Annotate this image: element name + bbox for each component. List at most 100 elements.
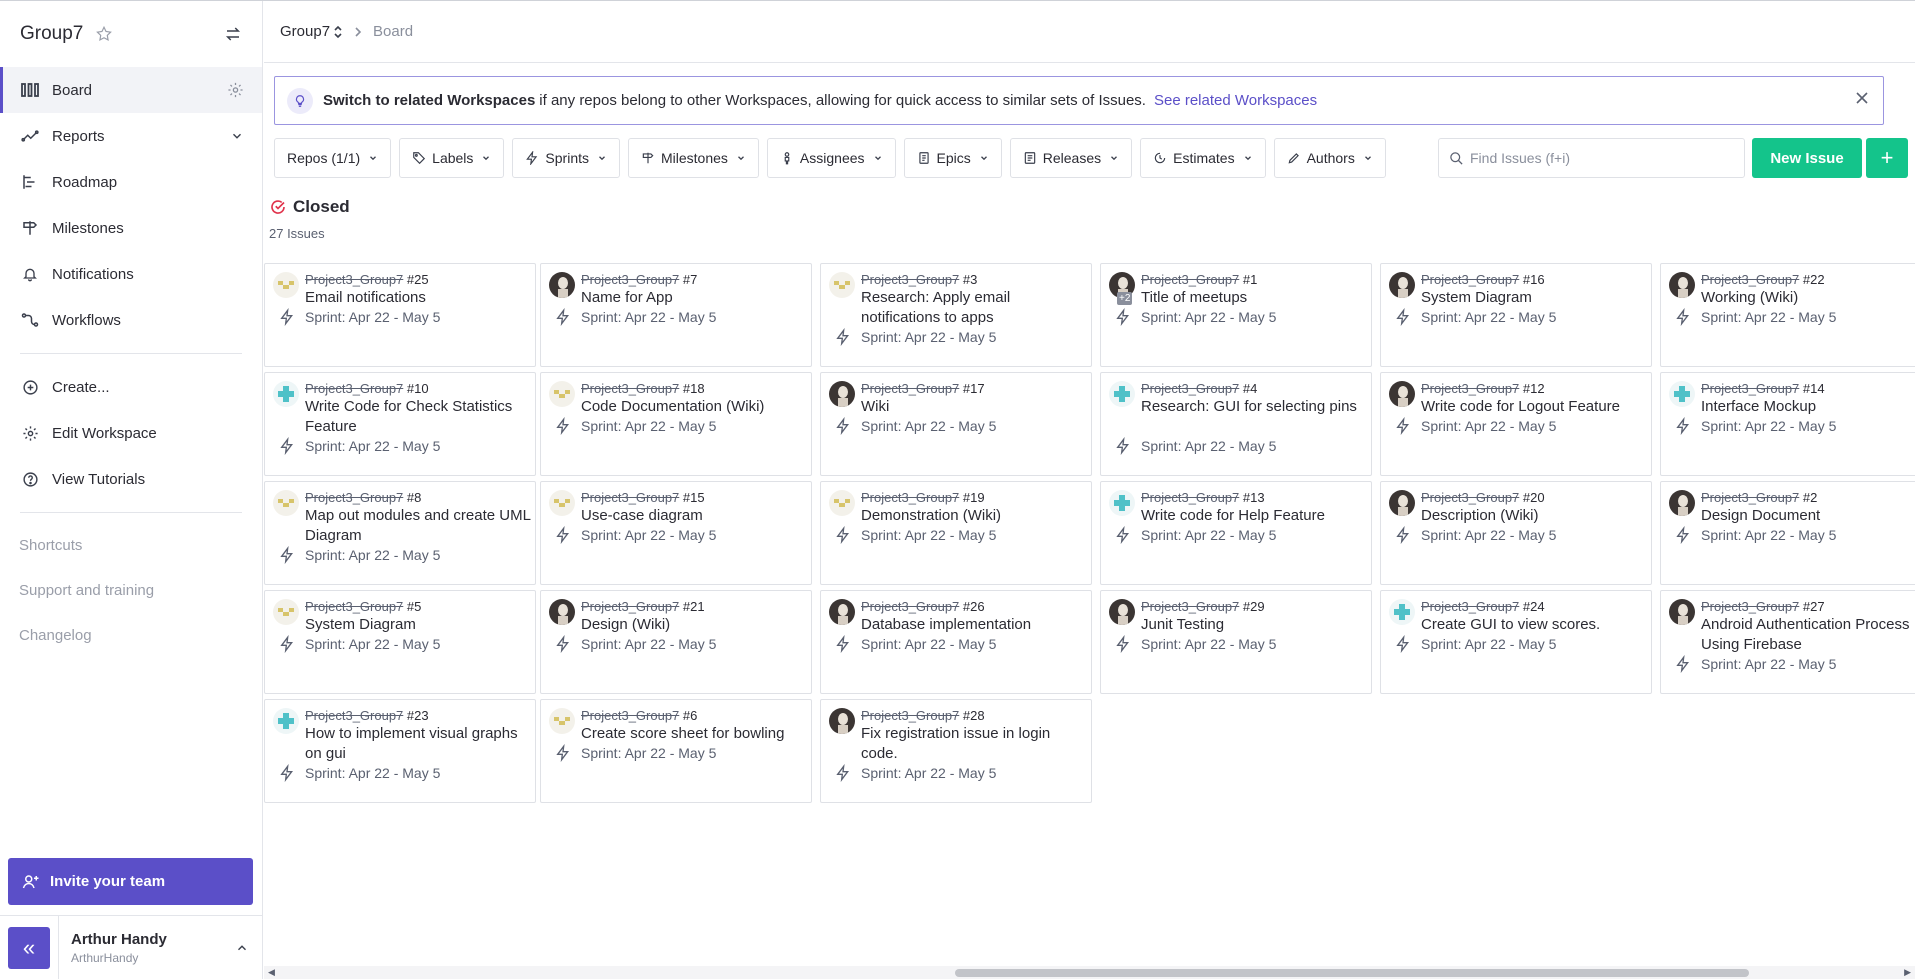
assignee-avatar[interactable]	[1109, 381, 1135, 407]
issue-sprint[interactable]: Sprint: Apr 22 - May 5	[1421, 418, 1556, 434]
sidebar-item-board[interactable]: Board	[0, 67, 262, 113]
assignee-avatar[interactable]	[549, 599, 575, 625]
issue-sprint[interactable]: Sprint: Apr 22 - May 5	[1141, 636, 1276, 652]
issue-title[interactable]: Android Authentication Process Using Fir…	[1701, 615, 1915, 655]
issue-card[interactable]: Project3_Group7 #19 Demonstration (Wiki) S…	[820, 481, 1092, 585]
issue-sprint[interactable]: Sprint: Apr 22 - May 5	[581, 636, 716, 652]
collapse-sidebar-button[interactable]: «	[8, 927, 50, 969]
issue-title[interactable]: Research: Apply email notifications to a…	[861, 288, 1089, 328]
issue-card[interactable]: Project3_Group7 #21 Design (Wiki) Sprint: …	[540, 590, 812, 694]
assignee-avatar[interactable]	[1389, 272, 1415, 298]
assignee-avatar[interactable]	[549, 272, 575, 298]
breadcrumb-workspace[interactable]: Group7	[280, 23, 343, 40]
search-input[interactable]	[1470, 150, 1730, 166]
assignee-avatar[interactable]	[829, 708, 855, 734]
see-related-workspaces-link[interactable]: See related Workspaces	[1154, 92, 1317, 109]
assignee-avatar[interactable]	[1389, 490, 1415, 516]
star-icon[interactable]	[95, 25, 113, 43]
issue-sprint[interactable]: Sprint: Apr 22 - May 5	[305, 309, 440, 325]
issue-card[interactable]: Project3_Group7 #4 Research: GUI for sele…	[1100, 372, 1372, 476]
invite-team-button[interactable]: Invite your team	[8, 858, 253, 905]
filter-assignees[interactable]: Assignees	[766, 138, 896, 178]
issue-card[interactable]: Project3_Group7 #13 Write code for Help F…	[1100, 481, 1372, 585]
issue-sprint[interactable]: Sprint: Apr 22 - May 5	[861, 418, 996, 434]
issue-title[interactable]: Research: GUI for selecting pins	[1141, 397, 1369, 417]
user-info[interactable]: Arthur Handy ArthurHandy	[71, 931, 167, 965]
issue-sprint[interactable]: Sprint: Apr 22 - May 5	[305, 765, 440, 781]
issue-title[interactable]: Map out modules and create UML Diagram	[305, 506, 533, 546]
issue-sprint[interactable]: Sprint: Apr 22 - May 5	[1701, 656, 1836, 672]
filter-releases[interactable]: Releases	[1009, 138, 1133, 178]
chevron-up-icon[interactable]	[235, 941, 249, 955]
issue-card[interactable]: Project3_Group7 #29 Junit Testing Sprint: …	[1100, 590, 1372, 694]
issue-card[interactable]: Project3_Group7 #10 Write Code for Check …	[264, 372, 536, 476]
issue-card[interactable]: Project3_Group7 #22 Working (Wiki) Sprint:…	[1660, 263, 1915, 367]
issue-card[interactable]: +2 Project3_Group7 #1 Title of meetups Spri…	[1100, 263, 1372, 367]
assignee-avatar[interactable]	[273, 708, 299, 734]
sidebar-item-notifications[interactable]: Notifications	[0, 251, 262, 297]
shortcuts-link[interactable]: Shortcuts	[0, 523, 262, 568]
filter-repos[interactable]: Repos (1/1)	[274, 138, 392, 178]
switch-workspace-icon[interactable]	[224, 25, 242, 43]
horizontal-scrollbar[interactable]: ◀ ▶	[264, 966, 1915, 979]
assignee-avatar[interactable]	[1669, 381, 1695, 407]
issue-title[interactable]: Fix registration issue in login code.	[861, 724, 1089, 764]
scrollbar-thumb[interactable]	[955, 969, 1749, 977]
filter-labels[interactable]: Labels	[399, 138, 505, 178]
issue-sprint[interactable]: Sprint: Apr 22 - May 5	[1421, 527, 1556, 543]
assignee-avatar[interactable]	[273, 272, 299, 298]
sidebar-item-workflows[interactable]: Workflows	[0, 297, 262, 343]
issue-sprint[interactable]: Sprint: Apr 22 - May 5	[581, 745, 716, 761]
assignee-avatar[interactable]	[1669, 599, 1695, 625]
issue-sprint[interactable]: Sprint: Apr 22 - May 5	[1701, 418, 1836, 434]
issue-sprint[interactable]: Sprint: Apr 22 - May 5	[1141, 527, 1276, 543]
assignee-avatar[interactable]	[549, 490, 575, 516]
issue-card[interactable]: Project3_Group7 #14 Interface Mockup Sprin…	[1660, 372, 1915, 476]
support-link[interactable]: Support and training	[0, 568, 262, 613]
issue-title[interactable]: Create GUI to view scores.	[1421, 615, 1649, 635]
issue-sprint[interactable]: Sprint: Apr 22 - May 5	[581, 527, 716, 543]
issue-title[interactable]: System Diagram	[305, 615, 533, 635]
gear-icon[interactable]	[227, 82, 244, 99]
issue-title[interactable]: Write code for Logout Feature	[1421, 397, 1649, 417]
issue-title[interactable]: Write code for Help Feature	[1141, 506, 1369, 526]
issue-title[interactable]: Junit Testing	[1141, 615, 1369, 635]
issue-sprint[interactable]: Sprint: Apr 22 - May 5	[1701, 309, 1836, 325]
filter-milestones[interactable]: Milestones	[628, 138, 759, 178]
changelog-link[interactable]: Changelog	[0, 613, 262, 658]
issue-sprint[interactable]: Sprint: Apr 22 - May 5	[861, 329, 996, 345]
filter-sprints[interactable]: Sprints	[512, 138, 620, 178]
issue-card[interactable]: Project3_Group7 #27 Android Authenticatio…	[1660, 590, 1915, 694]
assignee-avatar[interactable]	[549, 708, 575, 734]
assignee-avatar[interactable]	[829, 272, 855, 298]
issue-sprint[interactable]: Sprint: Apr 22 - May 5	[861, 765, 996, 781]
sidebar-item-roadmap[interactable]: Roadmap	[0, 159, 262, 205]
issue-sprint[interactable]: Sprint: Apr 22 - May 5	[581, 418, 716, 434]
issue-title[interactable]: Title of meetups	[1141, 288, 1369, 308]
new-issue-menu-button[interactable]: +	[1866, 138, 1908, 178]
filter-authors[interactable]: Authors	[1273, 138, 1386, 178]
filter-epics[interactable]: Epics	[903, 138, 1002, 178]
issue-title[interactable]: Description (Wiki)	[1421, 506, 1649, 526]
sidebar-item-reports[interactable]: Reports	[0, 113, 262, 159]
issue-sprint[interactable]: Sprint: Apr 22 - May 5	[1701, 527, 1836, 543]
issue-card[interactable]: Project3_Group7 #23 How to implement visu…	[264, 699, 536, 803]
filter-estimates[interactable]: Estimates	[1140, 138, 1266, 178]
issue-title[interactable]: Use-case diagram	[581, 506, 809, 526]
issue-title[interactable]: Wiki	[861, 397, 1089, 417]
scroll-right-icon[interactable]: ▶	[1904, 967, 1911, 978]
issue-card[interactable]: Project3_Group7 #15 Use-case diagram Sprin…	[540, 481, 812, 585]
issue-sprint[interactable]: Sprint: Apr 22 - May 5	[1141, 438, 1276, 454]
assignee-avatar[interactable]	[1389, 381, 1415, 407]
issue-sprint[interactable]: Sprint: Apr 22 - May 5	[1141, 309, 1276, 325]
sidebar-item-create[interactable]: Create...	[0, 364, 262, 410]
assignee-avatar[interactable]	[829, 381, 855, 407]
issue-sprint[interactable]: Sprint: Apr 22 - May 5	[305, 547, 440, 563]
issue-sprint[interactable]: Sprint: Apr 22 - May 5	[581, 309, 716, 325]
assignee-avatar[interactable]	[1669, 490, 1695, 516]
issue-sprint[interactable]: Sprint: Apr 22 - May 5	[305, 438, 440, 454]
assignee-avatar[interactable]	[1109, 599, 1135, 625]
search-field[interactable]	[1438, 138, 1745, 178]
assignee-avatar[interactable]	[273, 381, 299, 407]
issue-sprint[interactable]: Sprint: Apr 22 - May 5	[1421, 309, 1556, 325]
